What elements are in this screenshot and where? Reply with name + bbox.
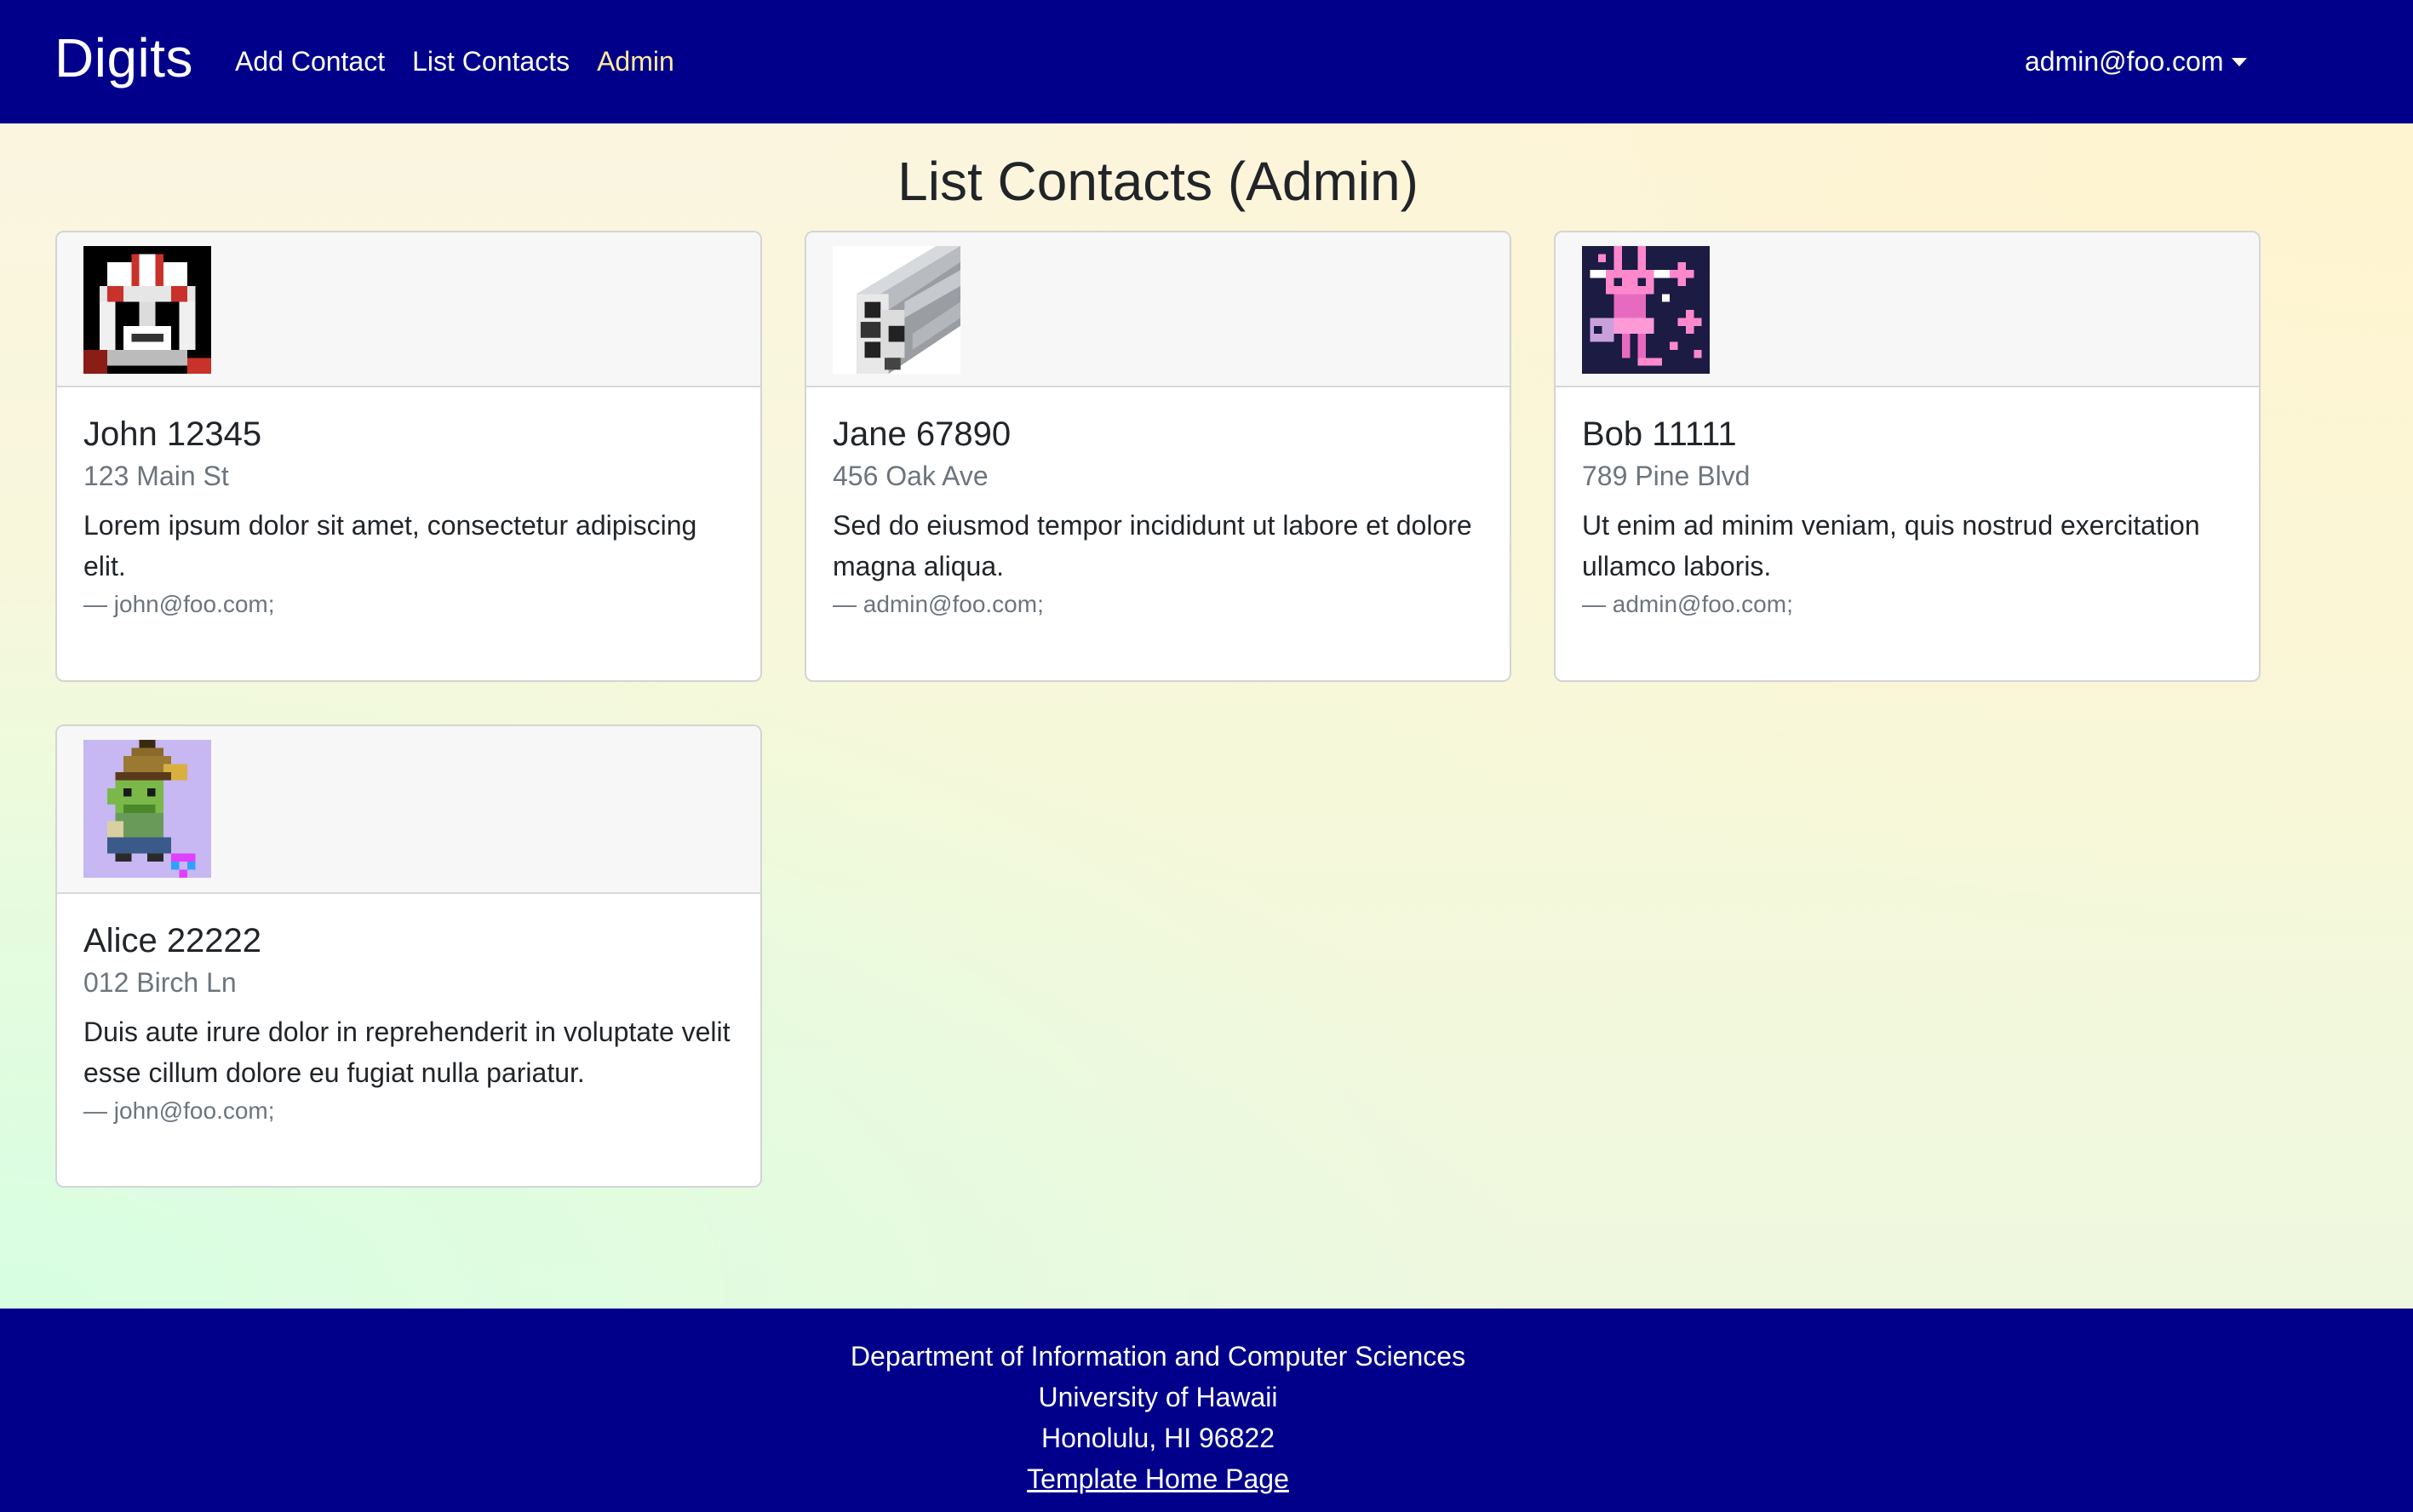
contact-address: 789 Pine Blvd: [1582, 461, 1751, 491]
user-dropdown[interactable]: admin@foo.com: [2025, 43, 2248, 80]
card-body: Alice 22222 012 Birch Ln Duis aute irure…: [57, 894, 760, 1161]
contact-description: Duis aute irure dolor in reprehenderit i…: [83, 1017, 731, 1088]
template-home-link[interactable]: Template Home Page: [1027, 1463, 1289, 1494]
user-email: admin@foo.com: [2025, 46, 2224, 77]
aluminum-extrusion-avatar: [833, 246, 960, 374]
contact-address: 123 Main St: [83, 461, 229, 491]
contact-name: Alice 22222: [83, 922, 262, 959]
footer-university: University of Hawaii: [1038, 1382, 1278, 1412]
pink-bunny-avatar: [1582, 246, 1710, 374]
contact-card: Bob 11111 789 Pine Blvd Ut enim ad minim…: [1554, 231, 2261, 682]
contact-address: 012 Birch Ln: [83, 967, 237, 998]
nav-admin[interactable]: Admin: [597, 43, 674, 80]
card-header: [806, 232, 1510, 387]
brand-logo[interactable]: Digits: [54, 24, 193, 92]
footer-link-wrap: Template Home Page: [0, 1458, 2316, 1499]
nav-list-contacts[interactable]: List Contacts: [412, 43, 570, 80]
footer-department: Department of Information and Computer S…: [850, 1341, 1466, 1372]
contact-description: Sed do eiusmod tempor incididunt ut labo…: [833, 510, 1472, 581]
contact-owner: — john@foo.com;: [83, 1097, 275, 1124]
main-content: List Contacts (Admin) John 12345 123 Mai…: [0, 123, 2413, 1309]
contact-owner: — admin@foo.com;: [833, 591, 1044, 617]
nav-links: Add Contact List Contacts Admin: [235, 43, 702, 80]
nav-add-contact[interactable]: Add Contact: [235, 43, 385, 80]
card-body: Bob 11111 789 Pine Blvd Ut enim ad minim…: [1556, 387, 2259, 655]
card-header: [57, 726, 760, 894]
contact-description: Lorem ipsum dolor sit amet, consectetur …: [83, 510, 697, 581]
pixel-elf-avatar: [83, 740, 211, 878]
caret-down-icon: [2232, 58, 2248, 66]
footer: Department of Information and Computer S…: [0, 1309, 2413, 1512]
top-navbar: Digits Add Contact List Contacts Admin a…: [0, 0, 2413, 123]
pilot-helmet-avatar: [83, 246, 211, 374]
contact-owner: — john@foo.com;: [83, 591, 275, 617]
contact-name: Bob 11111: [1582, 415, 1737, 453]
card-body: Jane 67890 456 Oak Ave Sed do eiusmod te…: [806, 387, 1510, 655]
footer-content: Department of Information and Computer S…: [0, 1336, 2316, 1499]
contact-card: John 12345 123 Main St Lorem ipsum dolor…: [55, 231, 762, 682]
contact-owner: — admin@foo.com;: [1582, 591, 1793, 617]
card-header: [57, 232, 760, 387]
contact-name: John 12345: [83, 415, 262, 453]
contact-card: Jane 67890 456 Oak Ave Sed do eiusmod te…: [805, 231, 1511, 682]
contact-card: Alice 22222 012 Birch Ln Duis aute irure…: [55, 724, 762, 1188]
contact-description: Ut enim ad minim veniam, quis nostrud ex…: [1582, 510, 2200, 581]
page-title: List Contacts (Admin): [897, 151, 1419, 212]
card-body: John 12345 123 Main St Lorem ipsum dolor…: [57, 387, 760, 655]
contact-address: 456 Oak Ave: [833, 461, 989, 491]
footer-address: Honolulu, HI 96822: [1041, 1423, 1275, 1453]
contact-name: Jane 67890: [833, 415, 1012, 453]
card-header: [1556, 232, 2259, 387]
